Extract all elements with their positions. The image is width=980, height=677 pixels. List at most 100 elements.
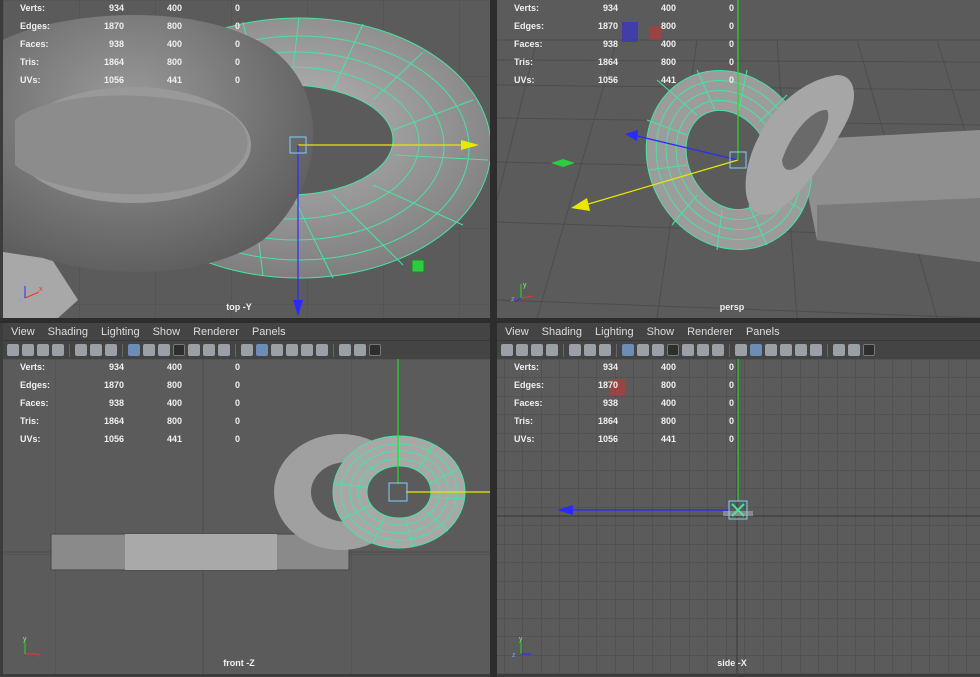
menu-view[interactable]: View <box>505 326 529 338</box>
hud-value: 441 <box>166 434 182 444</box>
menu-lighting[interactable]: Lighting <box>101 326 140 338</box>
menu-show[interactable]: Show <box>647 326 675 338</box>
hud-label: Tris: <box>514 57 534 67</box>
menu-panels[interactable]: Panels <box>252 326 286 338</box>
lights-icon[interactable] <box>795 344 807 356</box>
hud-row: Tris: 1864 800 0 <box>497 54 757 72</box>
hud-value: 938 <box>602 39 618 49</box>
motion-blur-icon[interactable] <box>848 344 860 356</box>
hud-label: Edges: <box>514 21 545 31</box>
wireframe-icon[interactable] <box>241 344 253 356</box>
shadows-icon[interactable] <box>316 344 328 356</box>
gate-mask-icon[interactable] <box>173 344 185 356</box>
hud-value: 0 <box>235 398 241 408</box>
wireframe-on-shaded-icon[interactable] <box>271 344 283 356</box>
safe-action-icon[interactable] <box>203 344 215 356</box>
film-gate-icon[interactable] <box>637 344 649 356</box>
hud-label: UVs: <box>514 75 535 85</box>
film-gate-icon[interactable] <box>143 344 155 356</box>
toolbar-separator <box>563 343 564 357</box>
hud-row: Verts: 934 400 0 <box>3 0 263 18</box>
toolbar-separator <box>69 343 70 357</box>
safe-action-icon[interactable] <box>697 344 709 356</box>
paint-icon[interactable] <box>105 344 117 356</box>
menu-shading[interactable]: Shading <box>542 326 582 338</box>
viewport-front[interactable]: Verts: 934 400 0 Edges: 1870 800 0 Faces: 938 400 0… <box>3 359 490 674</box>
menu-show[interactable]: Show <box>153 326 181 338</box>
hud-value: 0 <box>235 3 241 13</box>
image-plane-icon[interactable] <box>546 344 558 356</box>
select-camera-icon[interactable] <box>569 344 581 356</box>
resolution-gate-icon[interactable] <box>652 344 664 356</box>
hud-value: 400 <box>660 362 676 372</box>
grid-icon[interactable] <box>128 344 140 356</box>
hud-value: 0 <box>729 380 735 390</box>
menu-shading[interactable]: Shading <box>48 326 88 338</box>
hud-value: 0 <box>729 416 735 426</box>
ambient-occlusion-icon[interactable] <box>339 344 351 356</box>
ambient-occlusion-icon[interactable] <box>833 344 845 356</box>
viewport-side[interactable]: Verts: 934 400 0 Edges: 1870 800 0 Faces: 938 400 0… <box>497 359 980 674</box>
viewport-label-front: front -Z <box>223 658 255 668</box>
camera-lock-icon[interactable] <box>22 344 34 356</box>
gate-mask-icon[interactable] <box>667 344 679 356</box>
resolution-gate-icon[interactable] <box>158 344 170 356</box>
wireframe-on-shaded-icon[interactable] <box>765 344 777 356</box>
menu-view[interactable]: View <box>11 326 35 338</box>
select-camera-icon[interactable] <box>75 344 87 356</box>
hud-value: 800 <box>660 380 676 390</box>
antialias-icon[interactable] <box>369 344 381 356</box>
viewport-top[interactable]: Verts: 934 400 0 Edges: 1870 800 0 Faces: 938 400 0… <box>3 0 490 318</box>
safe-title-icon[interactable] <box>218 344 230 356</box>
hud-value: 1864 <box>597 416 618 426</box>
xray-icon[interactable] <box>780 344 792 356</box>
smooth-shade-icon[interactable] <box>750 344 762 356</box>
panel-divider-vertical[interactable] <box>490 0 497 677</box>
hud-value: 934 <box>602 362 618 372</box>
paint-icon[interactable] <box>599 344 611 356</box>
viewport-label-persp: persp <box>719 302 745 312</box>
hud-value: 1870 <box>597 21 618 31</box>
menu-renderer[interactable]: Renderer <box>687 326 733 338</box>
image-plane-icon[interactable] <box>52 344 64 356</box>
field-chart-icon[interactable] <box>188 344 200 356</box>
menu-renderer[interactable]: Renderer <box>193 326 239 338</box>
antialias-icon[interactable] <box>863 344 875 356</box>
lasso-icon[interactable] <box>90 344 102 356</box>
hud-value: 1864 <box>103 416 124 426</box>
menu-lighting[interactable]: Lighting <box>595 326 634 338</box>
lights-icon[interactable] <box>301 344 313 356</box>
hud-value: 441 <box>660 434 676 444</box>
poly-count-hud: Verts: 934 400 0 Edges: 1870 800 0 Faces: 938 400 0… <box>497 0 757 90</box>
viewport-label-side: side -X <box>717 658 747 668</box>
viewport-persp[interactable]: Verts: 934 400 0 Edges: 1870 800 0 Faces: 938 400 0… <box>497 0 980 318</box>
panel-divider-horizontal[interactable] <box>0 318 980 323</box>
camera-lock-icon[interactable] <box>516 344 528 356</box>
motion-blur-icon[interactable] <box>354 344 366 356</box>
camera-icon[interactable] <box>7 344 19 356</box>
camera-icon[interactable] <box>501 344 513 356</box>
hud-value: 0 <box>235 21 241 31</box>
bookmark-icon[interactable] <box>531 344 543 356</box>
xray-icon[interactable] <box>286 344 298 356</box>
hud-row: Tris: 1864 800 0 <box>497 413 757 431</box>
hud-value: 934 <box>108 3 124 13</box>
safe-title-icon[interactable] <box>712 344 724 356</box>
hud-row: Faces: 938 400 0 <box>497 395 757 413</box>
hud-value: 0 <box>729 21 735 31</box>
hud-value: 0 <box>235 39 241 49</box>
lasso-icon[interactable] <box>584 344 596 356</box>
field-chart-icon[interactable] <box>682 344 694 356</box>
hud-value: 0 <box>235 416 241 426</box>
toolbar-separator <box>616 343 617 357</box>
bookmark-icon[interactable] <box>37 344 49 356</box>
shadows-icon[interactable] <box>810 344 822 356</box>
wireframe-icon[interactable] <box>735 344 747 356</box>
menu-panels[interactable]: Panels <box>746 326 780 338</box>
hud-label: Tris: <box>514 416 534 426</box>
hud-row: Faces: 938 400 0 <box>3 395 263 413</box>
grid-icon[interactable] <box>622 344 634 356</box>
toolbar-separator <box>235 343 236 357</box>
hud-label: Faces: <box>20 398 49 408</box>
smooth-shade-icon[interactable] <box>256 344 268 356</box>
